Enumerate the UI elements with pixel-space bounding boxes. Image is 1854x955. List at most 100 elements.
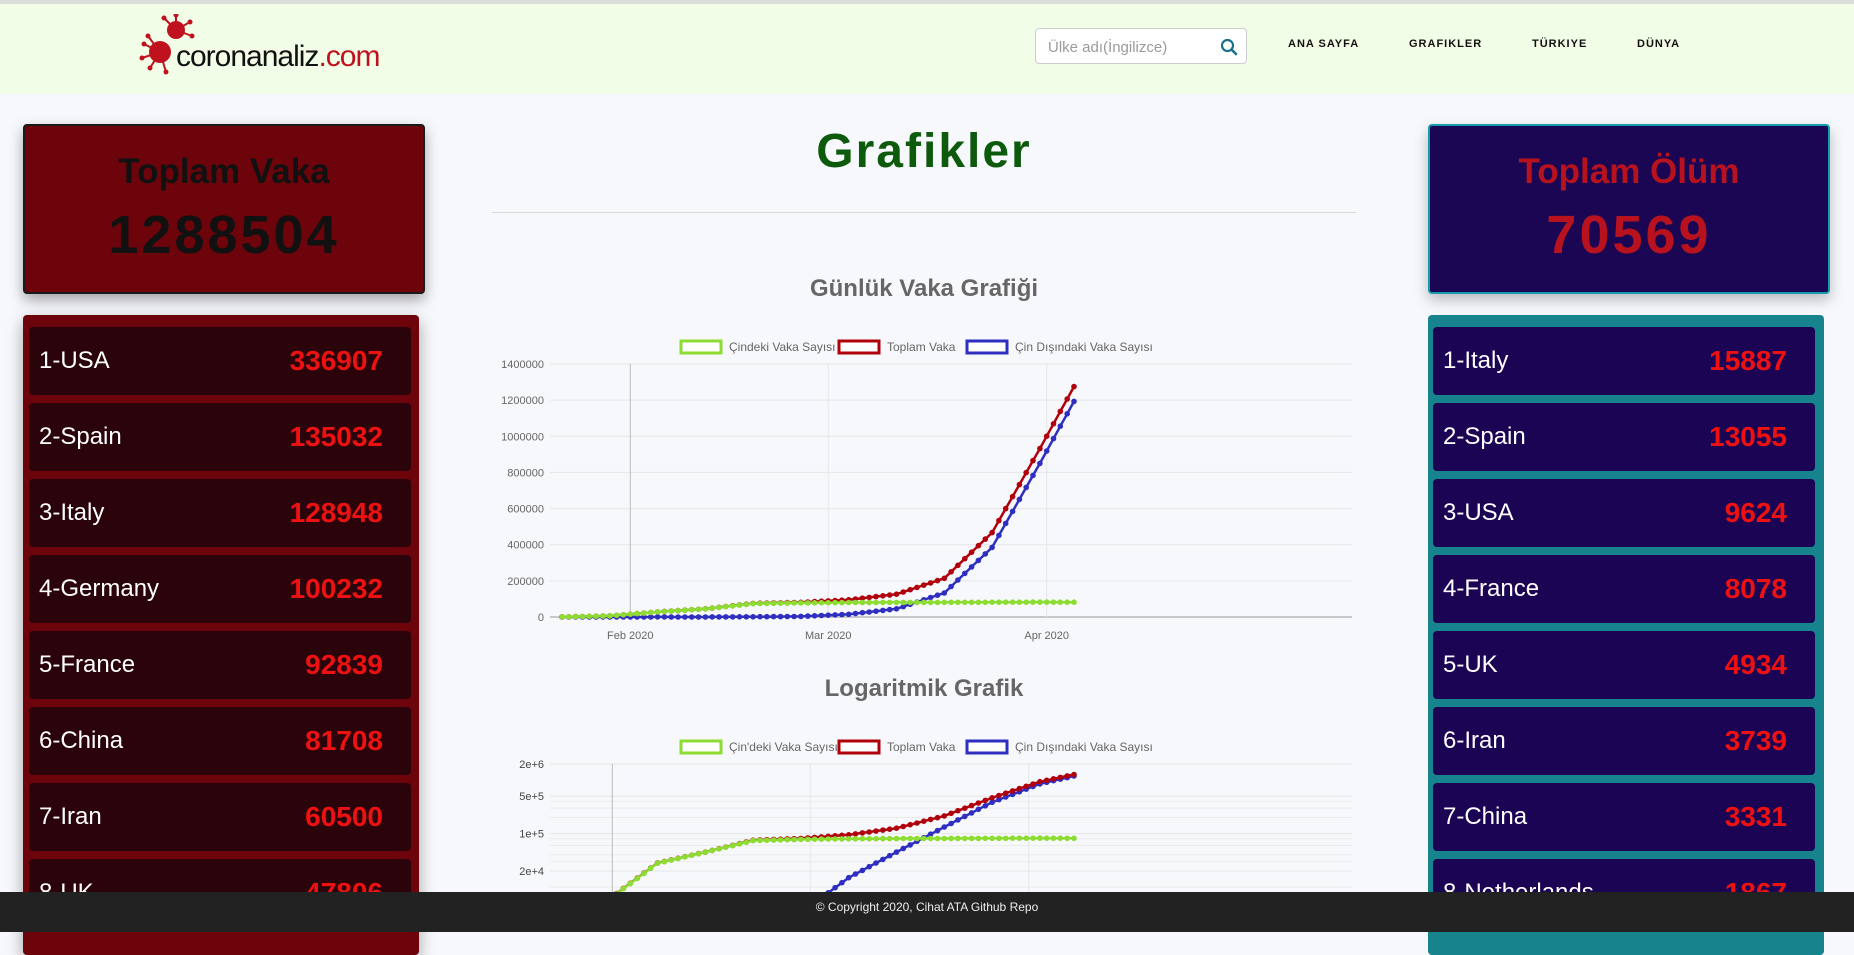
data-point [873,835,879,842]
data-point [989,544,995,551]
list-item[interactable]: 1-Italy 15887 [1433,327,1815,395]
data-point [1057,423,1064,429]
data-point [1043,433,1050,439]
death-count: 4934 [1724,649,1787,680]
data-point [873,593,879,600]
data-point [852,599,859,606]
data-point [914,820,920,826]
list-item[interactable]: 3-USA 9624 [1433,479,1815,547]
data-point [839,599,845,606]
data-point [832,836,838,842]
data-point [886,599,893,606]
data-point [559,614,565,620]
chart-title-daily: Günlük Vaka Grafiği [809,275,1039,302]
nav-world[interactable]: DÜNYA [1637,38,1680,50]
data-point [1030,472,1036,479]
data-point [702,606,709,612]
data-point [682,607,688,613]
data-point [1043,448,1050,454]
data-point [750,614,756,620]
data-point [852,871,859,877]
data-point [750,600,756,607]
data-point [948,569,954,575]
data-point [873,608,879,614]
data-point [805,613,811,619]
data-point [593,613,599,619]
data-point [661,614,668,620]
data-point [955,807,961,814]
daily-cases-chart: Çindeki Vaka Sayısı Toplam Vaka Çin Dışınd… [501,339,1352,642]
data-point [982,803,989,809]
data-point [764,600,770,607]
data-point [661,608,668,615]
list-item[interactable]: 4-France 8078 [1433,555,1815,623]
data-point [825,836,831,842]
legend-label: Çin'deki Vaka Sayısı [729,740,838,754]
death-count: 8078 [1724,573,1787,604]
legend-label: Toplam Vaka [887,740,956,754]
data-point [921,818,927,824]
data-point [1064,599,1070,605]
y-tick-label: 1e+5 [519,829,544,841]
data-point [968,599,975,606]
data-point [1043,599,1050,605]
total-cases-value: 1288504 [108,205,340,265]
data-point [962,599,968,606]
legend-swatch [679,739,723,755]
list-item[interactable]: 1-USA 336907 [29,327,411,395]
data-point [723,844,729,850]
list-item[interactable]: 5-UK 4934 [1433,631,1815,699]
data-point [798,613,804,620]
legend-swatch [965,739,1009,755]
data-point [845,874,852,881]
list-item[interactable]: 2-Spain 135032 [29,403,411,471]
list-item[interactable]: 3-Italy 128948 [29,479,411,547]
list-item[interactable]: 7-China 3331 [1433,783,1815,851]
data-point [893,825,900,831]
x-tick-label: Mar 2020 [805,630,851,642]
list-item[interactable]: 6-China 81708 [29,707,411,775]
list-item[interactable]: 4-Germany 100232 [29,555,411,623]
list-item[interactable]: 2-Spain 13055 [1433,403,1815,471]
data-point [880,835,886,842]
data-point [1071,398,1077,405]
data-point [1030,835,1036,841]
data-point [1023,783,1029,790]
data-point [743,614,750,620]
data-point [948,820,954,827]
nav-turkey[interactable]: TÜRKIYE [1532,38,1587,50]
data-point [989,529,995,536]
data-point [941,590,948,596]
data-point [955,817,961,823]
legend-swatch [837,739,881,755]
data-point [873,860,879,866]
copyright-text[interactable]: © Copyright 2020, Cihat ATA Github Repo [816,900,1039,914]
legend-swatch [837,339,881,355]
data-point [975,542,982,549]
x-tick-label: Apr 2020 [1024,630,1069,642]
list-item[interactable]: 7-Iran 60500 [29,783,411,851]
data-point [1002,790,1009,796]
list-item[interactable]: 6-Iran 3739 [1433,707,1815,775]
data-point [962,555,968,562]
cases-country-list: 1-USA 336907 2-Spain 135032 3-Italy 128948 … [23,315,419,955]
nav-charts[interactable]: GRAFIKLER [1409,38,1482,50]
data-point [1030,599,1036,605]
data-point [962,805,968,811]
nav-home[interactable]: ANA SAYFA [1288,38,1359,50]
data-point [757,837,763,844]
list-item[interactable]: 5-France 92839 [29,631,411,699]
total-deaths-card: Toplam Ölüm 70569 [1428,124,1830,294]
data-point [982,599,989,606]
search-input[interactable] [1046,35,1215,59]
data-point [934,814,941,821]
site-logo[interactable]: coronanaliz.com [136,14,396,78]
case-count: 60500 [305,801,383,832]
search-icon[interactable] [1220,38,1238,56]
data-point [695,614,702,620]
y-tick-label: 0 [538,612,544,624]
data-point [661,858,668,865]
data-point [777,600,784,606]
chart-title-log: Logaritmik Grafik [824,675,1024,702]
data-point [736,614,743,620]
